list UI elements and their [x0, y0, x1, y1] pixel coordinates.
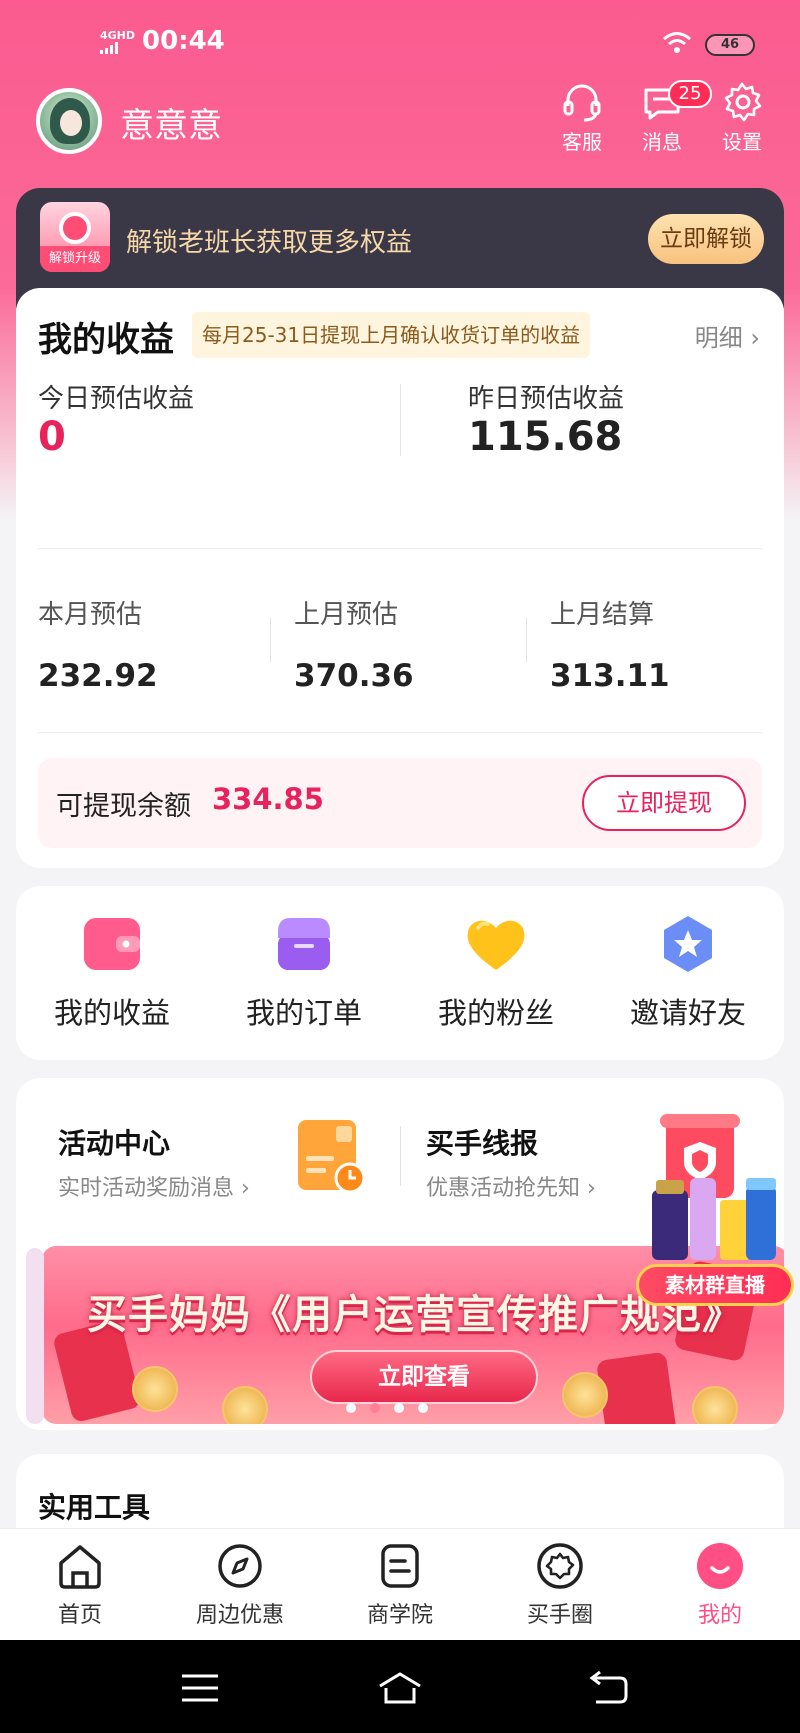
gear-icon — [724, 82, 762, 122]
wifi-icon — [663, 32, 691, 53]
home-icon — [59, 1545, 101, 1589]
tab-label: 买手圈 — [526, 1603, 593, 1628]
tab-buyer-circle[interactable]: 买手圈 — [500, 1541, 620, 1629]
quick-item-invite-friends[interactable]: 邀请好友 — [592, 912, 784, 1032]
quick-item-label: 我的收益 — [53, 996, 170, 1030]
pagination-dot[interactable] — [394, 1403, 404, 1413]
last-month-estimate-value: 370.36 — [294, 658, 414, 694]
customer-service-label: 客服 — [562, 130, 602, 154]
withdrawable-balance-label: 可提现余额 — [56, 791, 191, 822]
quick-item-my-earnings[interactable]: 我的收益 — [16, 912, 208, 1032]
quick-item-my-orders[interactable]: 我的订单 — [208, 912, 400, 1032]
divider — [38, 732, 762, 733]
material-group-live-label: 素材群直播 — [636, 1264, 794, 1306]
pagination-dot[interactable] — [346, 1403, 356, 1413]
network-indicator: 4GHD — [100, 30, 135, 54]
battery-indicator: 46 — [705, 34, 755, 56]
withdrawable-balance-row: 可提现余额 334.85 立即提现 — [38, 758, 762, 848]
withdraw-schedule-note: 每月25-31日提现上月确认收货订单的收益 — [192, 312, 591, 358]
withdraw-now-button[interactable]: 立即提现 — [582, 775, 746, 831]
tab-label: 首页 — [57, 1603, 102, 1628]
quick-menu: 我的收益 我的订单 我的粉丝 邀请好友 — [16, 886, 784, 1060]
customer-service-button[interactable]: 客服 — [552, 80, 612, 155]
settings-label: 设置 — [722, 130, 762, 154]
quick-item-label: 我的订单 — [245, 996, 362, 1030]
bottom-tab-bar: 首页 周边优惠 商学院 买手圈 我的 — [0, 1528, 800, 1640]
username[interactable]: 意意意 — [120, 98, 222, 147]
home-nav-icon[interactable] — [376, 1670, 424, 1706]
system-navigation-bar — [0, 1640, 800, 1733]
view-now-button[interactable]: 立即查看 — [310, 1350, 538, 1404]
today-estimate-label: 今日预估收益 — [38, 384, 195, 414]
shop-icon — [278, 918, 330, 970]
messages-label: 消息 — [642, 130, 682, 154]
avatar[interactable] — [36, 88, 102, 154]
back-icon[interactable] — [588, 1670, 628, 1706]
settings-button[interactable]: 设置 — [712, 80, 772, 155]
signal-icon — [100, 42, 118, 54]
this-month-estimate-label: 本月预估 — [38, 600, 143, 630]
yesterday-estimate-value: 115.68 — [468, 414, 623, 460]
activity-center-subtitle: 实时活动奖励消息 › — [58, 1176, 250, 1201]
tab-nearby-deals[interactable]: 周边优惠 — [180, 1541, 300, 1629]
quick-item-label: 邀请好友 — [629, 996, 746, 1030]
earnings-detail-link[interactable]: 明细 › — [695, 318, 760, 353]
profile-icon — [697, 1543, 743, 1589]
banner-pagination — [346, 1398, 442, 1417]
unlock-upgrade-icon: 解锁升级 — [40, 202, 110, 272]
last-month-settled-value: 313.11 — [550, 658, 670, 694]
earnings-card: 我的收益 每月25-31日提现上月确认收货订单的收益 明细 › 今日预估收益 0… — [16, 288, 784, 868]
product-bottles-icon — [652, 1178, 776, 1260]
clock: 00:44 — [142, 26, 225, 56]
tools-title: 实用工具 — [38, 1491, 151, 1524]
divider — [270, 618, 271, 662]
activity-clipboard-icon — [298, 1120, 366, 1194]
wallet-icon — [84, 918, 140, 970]
message-count-badge: 25 — [668, 80, 712, 108]
today-estimate-value: 0 — [38, 414, 66, 460]
compass-icon — [218, 1544, 262, 1588]
buyer-news-title: 买手线报 — [426, 1127, 539, 1160]
divider — [400, 384, 401, 456]
quick-item-label: 我的粉丝 — [437, 996, 554, 1030]
divider — [400, 1126, 401, 1186]
network-label: 4GHD — [100, 29, 136, 42]
tab-business-school[interactable]: 商学院 — [340, 1541, 460, 1629]
headset-icon — [563, 84, 601, 122]
messages-button[interactable]: 25 消息 — [632, 80, 712, 155]
material-group-live-widget[interactable]: 素材群直播 — [636, 1160, 796, 1310]
pagination-dot-active[interactable] — [370, 1403, 380, 1413]
star-hexagon-icon — [664, 916, 712, 972]
divider — [38, 548, 762, 549]
unlock-upgrade-caption: 解锁升级 — [40, 246, 110, 272]
menu-icon[interactable] — [180, 1670, 220, 1706]
status-bar: 4GHD 00:44 46 — [0, 0, 800, 88]
buyer-news-subtitle: 优惠活动抢先知 › — [426, 1176, 596, 1201]
earnings-title: 我的收益 — [38, 320, 174, 360]
tab-label: 我的 — [697, 1603, 742, 1628]
vip-upgrade-text: 解锁老班长获取更多权益 — [126, 228, 413, 258]
withdrawable-balance-value: 334.85 — [212, 782, 324, 816]
last-month-settled-label: 上月结算 — [550, 600, 655, 630]
yesterday-estimate-label: 昨日预估收益 — [468, 384, 625, 414]
this-month-estimate-value: 232.92 — [38, 658, 158, 694]
heart-icon — [467, 920, 525, 970]
quick-item-my-fans[interactable]: 我的粉丝 — [400, 912, 592, 1032]
divider — [526, 618, 527, 662]
tab-me[interactable]: 我的 — [660, 1541, 780, 1629]
pagination-dot[interactable] — [418, 1403, 428, 1413]
tab-label: 商学院 — [366, 1603, 433, 1628]
last-month-estimate-label: 上月预估 — [294, 600, 399, 630]
circle-icon — [537, 1543, 583, 1589]
tab-label: 周边优惠 — [195, 1603, 284, 1628]
tab-home[interactable]: 首页 — [20, 1541, 140, 1629]
activity-center-title: 活动中心 — [58, 1127, 171, 1160]
book-icon — [381, 1544, 419, 1588]
side-drawer-handle[interactable] — [26, 1248, 44, 1424]
unlock-now-button[interactable]: 立即解锁 — [648, 214, 764, 264]
